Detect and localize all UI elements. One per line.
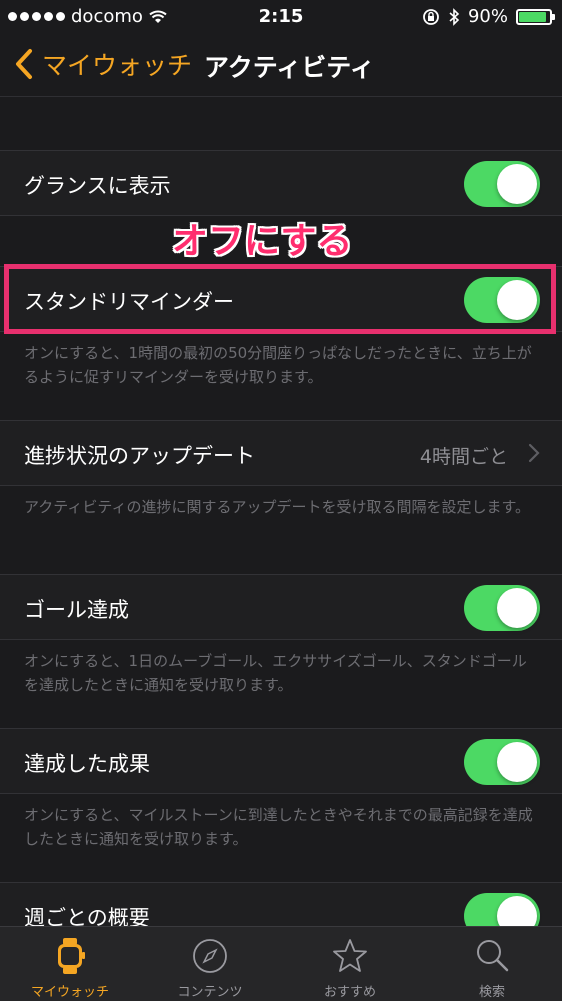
glance-toggle[interactable] [464,161,540,207]
row-value: 4時間ごと [419,446,508,468]
goal-completions-description: オンにすると、1日のムーブゴール、エクササイズゴール、スタンドゴールを達成したと… [24,652,527,694]
tab-label: 検索 [478,985,505,1000]
search-icon [477,940,509,972]
row-glance: グランスに表示 [0,150,562,216]
progress-updates-description: アクティビティの進捗に関するアップデートを受け取る間隔を設定します。 [24,498,530,516]
back-label: マイウォッチ [42,51,193,80]
row-label: 達成した成果 [24,752,150,776]
row-achievements: 達成した成果 [0,728,562,794]
row-label: グランスに表示 [24,174,171,198]
achievements-toggle[interactable] [464,739,540,785]
row-label: 進捗状況のアップデート [24,444,255,468]
rotation-lock-icon [423,8,439,25]
navigation-bar: マイウォッチ アクティビティ [0,34,562,97]
status-right: 90% [422,6,555,27]
row-progress-updates[interactable]: 進捗状況のアップデート 4時間ごと [0,420,562,486]
tab-search[interactable]: 検索 [422,927,562,1001]
tab-label: おすすめ [323,985,376,1000]
tab-featured[interactable]: おすすめ [280,927,420,1001]
tab-bar: マイウォッチ コンテンツ おすすめ 検索 [0,926,562,1001]
annotation-highlight-box [4,264,556,334]
tab-contents[interactable]: コンテンツ [140,927,280,1001]
tab-label: マイウォッチ [30,985,109,1000]
star-icon [333,939,367,972]
chevron-right-icon [528,443,540,463]
battery-icon [516,8,555,25]
annotation-text: オフにする [172,221,353,262]
row-goal-completions: ゴール達成 [0,574,562,640]
battery-percent: 90% [467,6,508,27]
achievements-description: オンにすると、マイルストーンに到達したときやそれまでの最高記録を達成したときに通… [24,806,533,848]
row-label: ゴール達成 [24,598,129,622]
bluetooth-icon [449,7,460,26]
stand-reminder-description: オンにすると、1時間の最初の50分間座りっぱなしだったときに、立ち上がるように促… [24,344,532,386]
page-title: アクティビティ [204,53,375,82]
status-bar: docomo 2:15 90% [0,0,562,34]
tab-my-watch[interactable]: マイウォッチ [0,927,140,1001]
tab-label: コンテンツ [177,985,243,1000]
watch-icon [58,938,85,974]
goal-completions-toggle[interactable] [464,585,540,631]
chevron-left-icon [16,49,32,79]
back-button[interactable]: マイウォッチ [14,46,192,82]
compass-icon [193,939,227,973]
